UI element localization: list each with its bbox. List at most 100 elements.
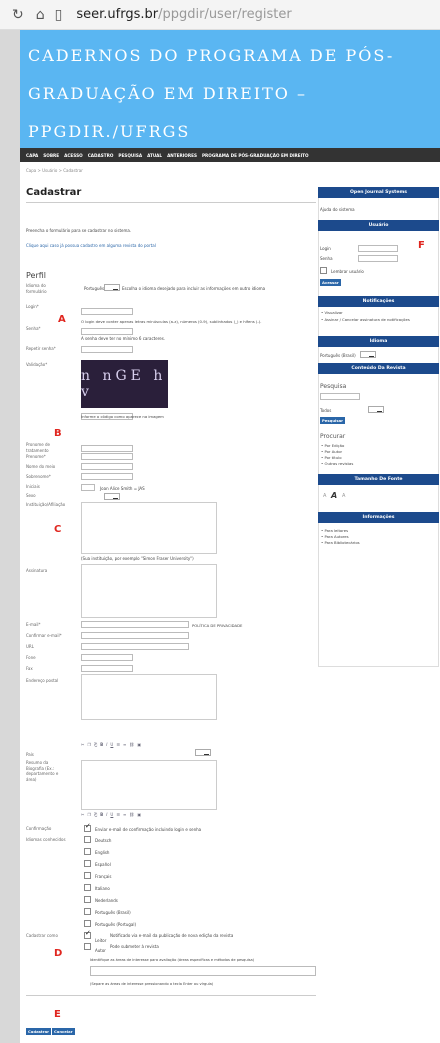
paste-icon[interactable]: ⎗ [94, 812, 97, 817]
notif-subscribe-link[interactable]: • Assinar / Cancelar assinatura de notif… [321, 317, 431, 322]
numbered-list-icon[interactable]: ≡ [123, 812, 126, 817]
font-size-medium[interactable]: A [331, 491, 337, 500]
lang-checkbox-nederlands[interactable] [84, 896, 91, 903]
page-icon: ▯ [54, 6, 63, 23]
copy-icon[interactable]: ❐ [87, 742, 91, 747]
notif-view-link[interactable]: • Visualizar [321, 310, 343, 315]
browse-by-issue[interactable]: • Por Edição [321, 443, 344, 448]
role-author-checkbox[interactable] [84, 943, 91, 950]
sidebar-search-input[interactable] [320, 393, 360, 400]
breadcrumb[interactable]: Capa > Usuário > Cadastrar [26, 168, 83, 173]
country-select[interactable] [195, 749, 211, 756]
lang-checkbox-espanol[interactable] [84, 860, 91, 867]
affiliation-textarea[interactable] [81, 502, 217, 554]
bullet-list-icon[interactable]: ☰ [116, 742, 120, 747]
nav-pesquisa[interactable]: PESQUISA [118, 153, 142, 158]
home-icon[interactable]: ⌂ [36, 7, 45, 23]
signature-textarea[interactable] [81, 564, 217, 618]
search-button[interactable]: Pesquisar [320, 417, 346, 424]
existing-account-link[interactable]: Clique aqui caso já possua cadastro em a… [26, 243, 156, 248]
sidebar-user-header: Usuário [318, 220, 439, 231]
lang-nederlands: Nederlands [95, 898, 118, 903]
first-name-input[interactable] [81, 453, 133, 460]
bold-icon[interactable]: B [100, 742, 103, 747]
address-textarea[interactable] [81, 674, 217, 720]
sidebar-password-input[interactable] [358, 255, 398, 262]
browse-other-journals[interactable]: • Outras revistas [321, 461, 353, 466]
lang-checkbox-pt-pt[interactable] [84, 920, 91, 927]
lang-checkbox-italiano[interactable] [84, 884, 91, 891]
confirm-email-input[interactable] [81, 632, 189, 639]
underline-icon[interactable]: U [110, 742, 113, 747]
font-size-large[interactable]: A [342, 493, 345, 499]
copy-icon[interactable]: ❐ [87, 812, 91, 817]
form-lang-dropdown[interactable] [104, 284, 120, 291]
repeat-password-input[interactable] [81, 346, 133, 353]
privacy-policy-link[interactable]: POLÍTICA DE PRIVACIDADE [192, 623, 242, 628]
link-icon[interactable]: ⛓ [129, 812, 134, 817]
login-input[interactable] [81, 308, 133, 315]
label-senha: Senha* [26, 326, 41, 331]
gender-select[interactable] [104, 493, 120, 500]
role-reader-checkbox[interactable] [84, 929, 91, 939]
email-input[interactable] [81, 621, 189, 628]
lang-checkbox-english[interactable] [84, 848, 91, 855]
image-icon[interactable]: ▣ [137, 812, 141, 817]
fax-input[interactable] [81, 665, 133, 672]
search-heading: Pesquisa [320, 383, 347, 390]
image-icon[interactable]: ▣ [137, 742, 141, 747]
nav-atual[interactable]: ATUAL [147, 153, 162, 158]
nav-programa[interactable]: PROGRAMA DE PÓS-GRADUAÇÃO EM DIREITO [202, 153, 309, 158]
browse-by-title[interactable]: • Por título [321, 455, 342, 460]
register-button[interactable]: Cadastrar [26, 1028, 52, 1035]
nav-capa[interactable]: CAPA [26, 153, 38, 158]
lang-checkbox-pt-br[interactable] [84, 908, 91, 915]
cut-icon[interactable]: ✂ [81, 812, 84, 817]
password-input[interactable] [81, 328, 133, 335]
italic-icon[interactable]: I [106, 812, 107, 817]
info-librarians-link[interactable]: • Para Bibliotecários [321, 540, 360, 545]
sidebar-language-value[interactable]: Português (Brasil) [320, 353, 356, 358]
info-readers-link[interactable]: • Para leitores [321, 528, 348, 533]
marker-d: D [54, 948, 63, 959]
lang-checkbox-deutsch[interactable] [84, 836, 91, 843]
last-name-input[interactable] [81, 473, 133, 480]
interests-input[interactable] [90, 966, 316, 976]
browse-by-author[interactable]: • Por Autor [321, 449, 342, 454]
sidebar-language-select[interactable] [360, 351, 376, 358]
underline-icon[interactable]: U [110, 812, 113, 817]
sidebar-font-size-header: Tamanho De Fonte [318, 474, 439, 485]
url-input[interactable] [81, 643, 189, 650]
lang-checkbox-francais[interactable] [84, 872, 91, 879]
confirmation-checkbox[interactable] [84, 822, 91, 832]
font-size-small[interactable]: A [323, 493, 326, 499]
search-scope-select[interactable] [368, 406, 384, 413]
nav-cadastro[interactable]: CADASTRO [88, 153, 114, 158]
cut-icon[interactable]: ✂ [81, 742, 84, 747]
italic-icon[interactable]: I [106, 742, 107, 747]
bold-icon[interactable]: B [100, 812, 103, 817]
remember-user-checkbox[interactable] [320, 267, 327, 274]
salutation-input[interactable] [81, 445, 133, 452]
cancel-button[interactable]: Cancelar [52, 1028, 75, 1035]
paste-icon[interactable]: ⎗ [94, 742, 97, 747]
reload-icon[interactable]: ↻ [12, 7, 24, 23]
info-authors-link[interactable]: • Para Autores [321, 534, 349, 539]
middle-name-input[interactable] [81, 463, 133, 470]
sidebar-help-link[interactable]: Ajuda do sistema [320, 207, 355, 212]
link-icon[interactable]: ⛓ [129, 742, 134, 747]
nav-sobre[interactable]: SOBRE [43, 153, 59, 158]
sidebar-login-input[interactable] [358, 245, 398, 252]
sidebar-ojs-header: Open Journal Systems [318, 187, 439, 198]
initials-input[interactable] [81, 484, 95, 491]
numbered-list-icon[interactable]: ≡ [123, 742, 126, 747]
bullet-list-icon[interactable]: ☰ [116, 812, 120, 817]
nav-acesso[interactable]: ACESSO [64, 153, 83, 158]
phone-input[interactable] [81, 654, 133, 661]
nav-anteriores[interactable]: ANTERIORES [167, 153, 197, 158]
bio-textarea[interactable] [81, 760, 217, 810]
label-fax: Fax [26, 666, 33, 671]
search-scope-value[interactable]: Todos [320, 408, 331, 413]
address-bar[interactable]: seer.ufrgs.br/ppgdir/user/register [76, 7, 291, 22]
sidebar-login-button[interactable]: Acessar [320, 279, 341, 286]
